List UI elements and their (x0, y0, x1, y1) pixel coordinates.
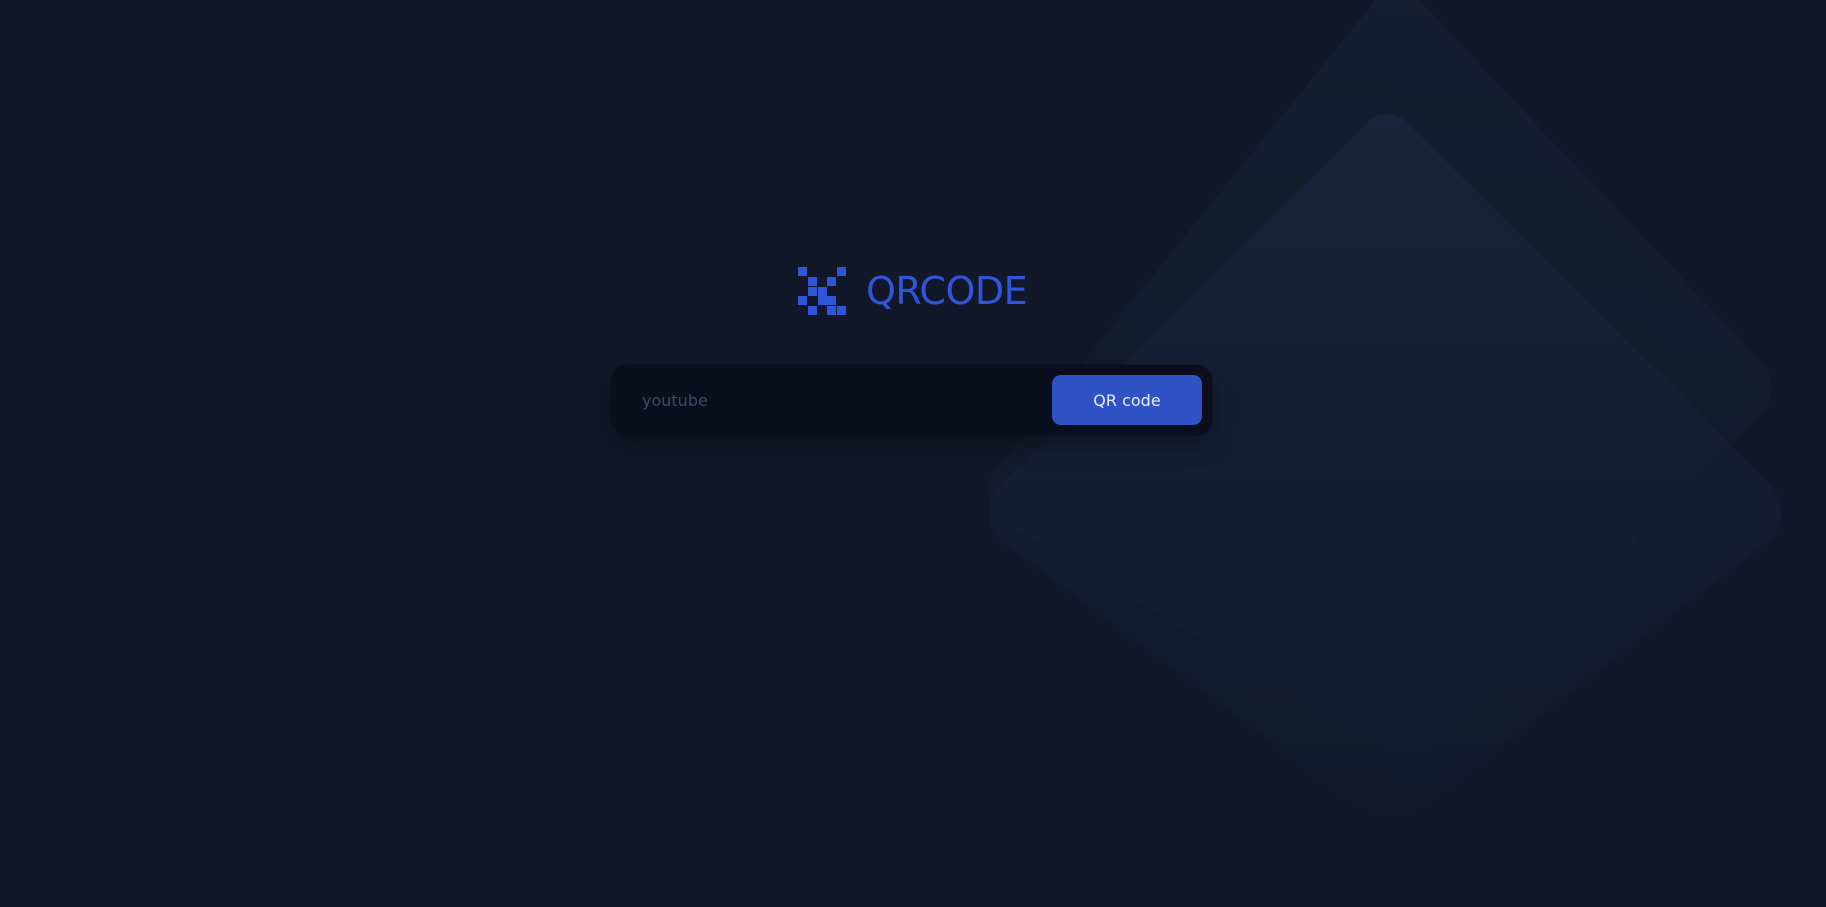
app-logo: QRCODE (798, 265, 1028, 316)
generate-qr-button[interactable]: QR code (1052, 375, 1202, 425)
background-decoration (988, 0, 1782, 812)
search-input[interactable] (642, 385, 1022, 415)
search-panel: QR code (612, 365, 1212, 435)
background-diamond-inner (988, 114, 1782, 812)
qr-grid-icon (798, 266, 846, 315)
logo-text: QRCODE (866, 268, 1028, 313)
